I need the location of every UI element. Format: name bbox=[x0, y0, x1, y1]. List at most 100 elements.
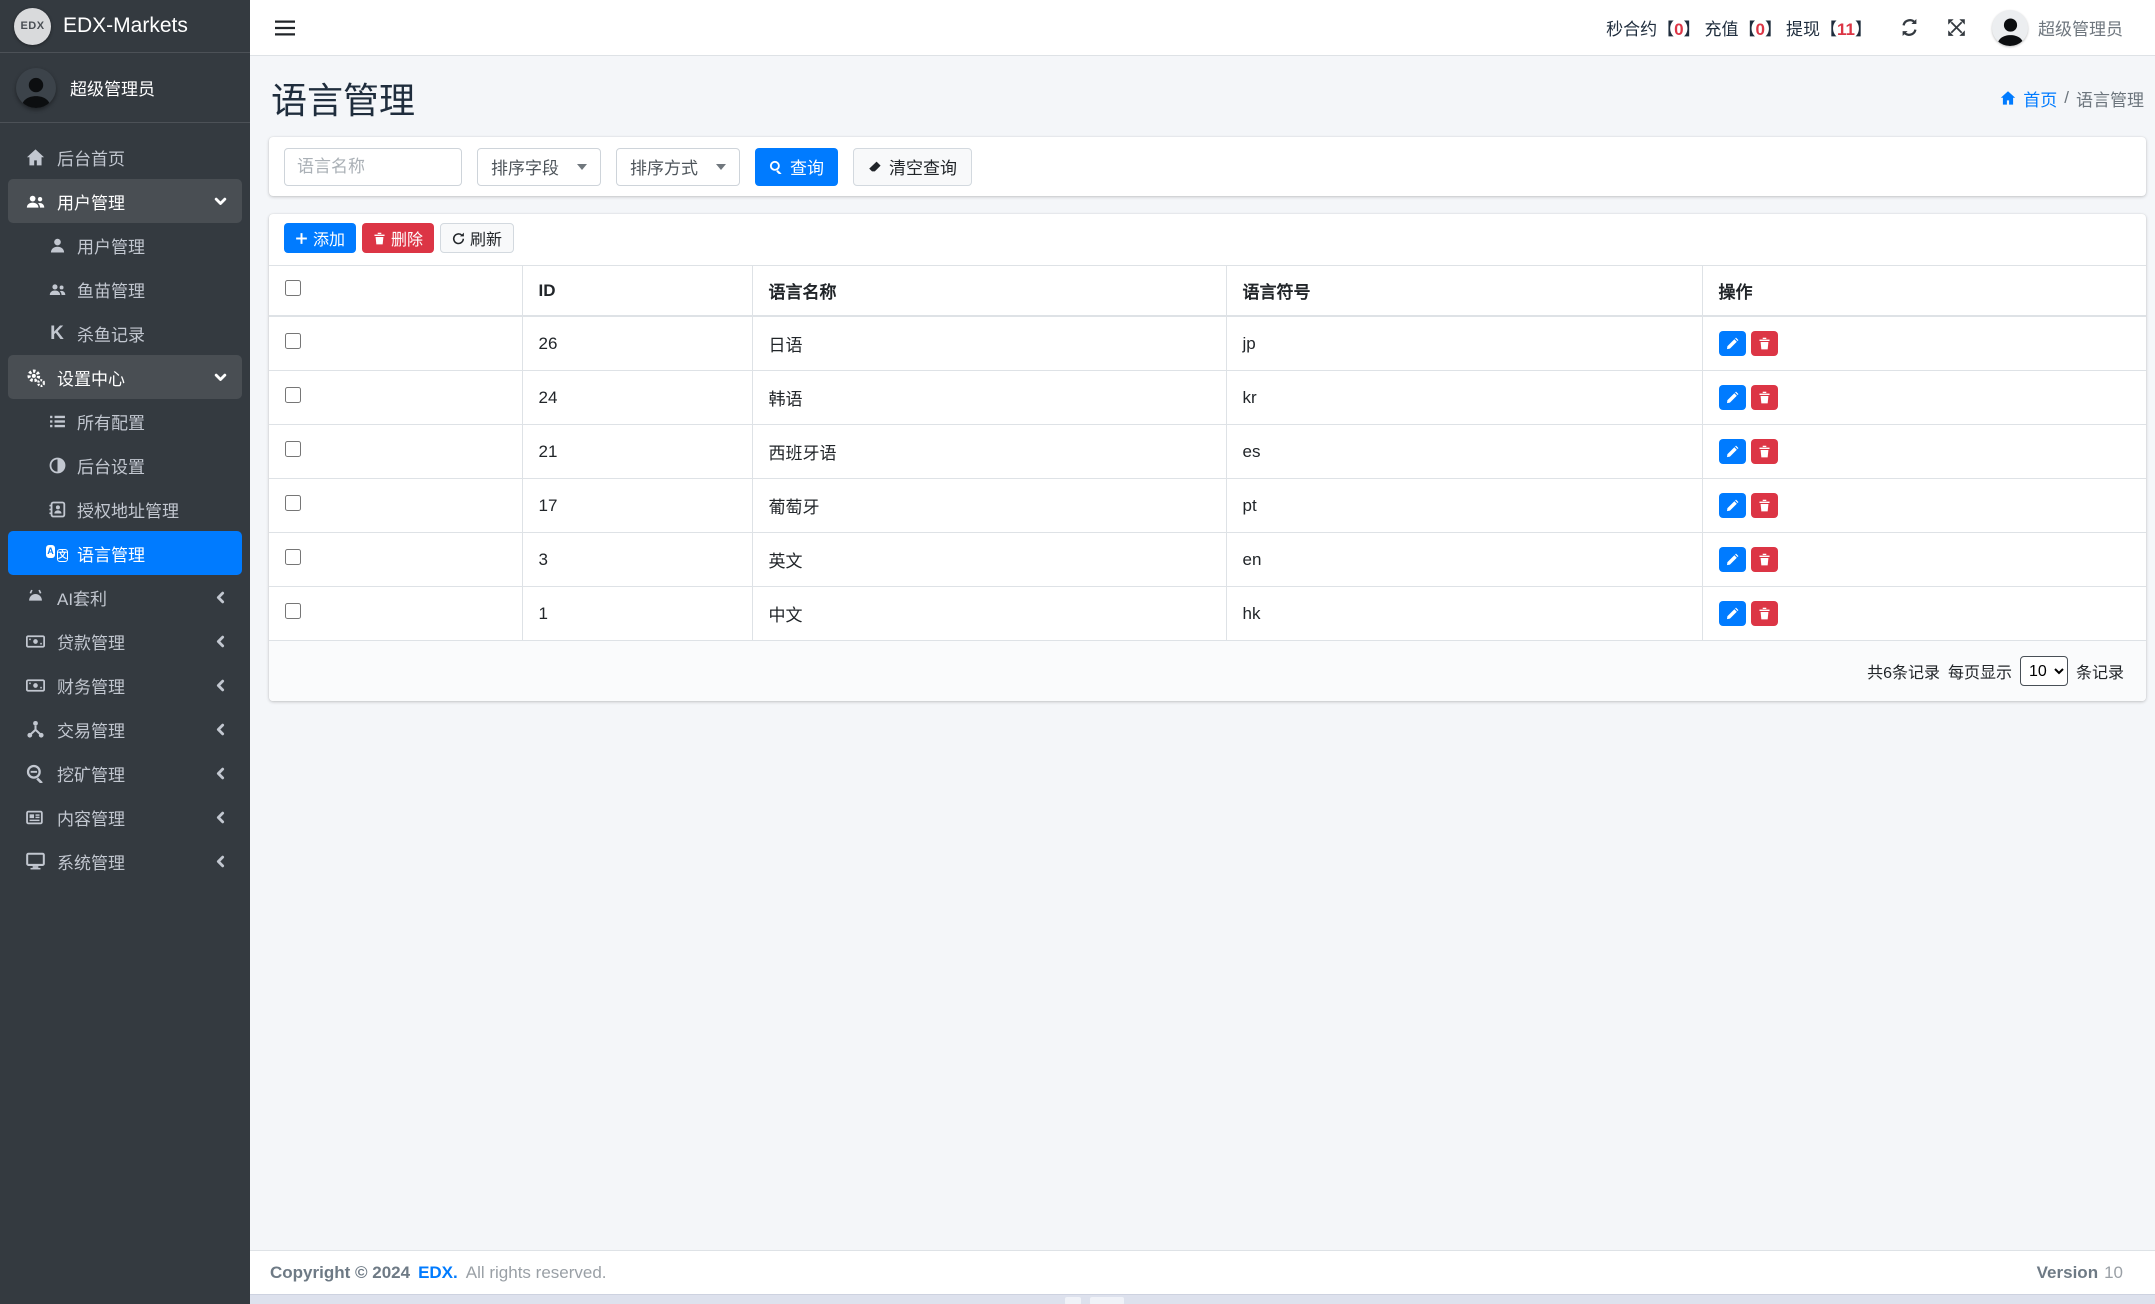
row-checkbox[interactable] bbox=[285, 441, 301, 457]
list-icon bbox=[46, 413, 68, 430]
edit-row-button[interactable] bbox=[1718, 601, 1746, 626]
topbar-avatar[interactable] bbox=[1992, 9, 2028, 46]
column-header-actions: 操作 bbox=[1701, 265, 2146, 317]
sidebar-item-system-management[interactable]: 系统管理 bbox=[8, 839, 242, 883]
main-column: 秒合约【0】 充值【0】 提现【11】 超级管理员 语言管理 首页 / 语言管理 bbox=[250, 0, 2155, 1304]
sidebar-item-user-management-group[interactable]: 用户管理 bbox=[8, 179, 242, 223]
sidebar-item-dashboard[interactable]: 后台首页 bbox=[8, 135, 242, 179]
clear-search-button[interactable]: 清空查询 bbox=[853, 147, 972, 186]
sidebar-item-label: 系统管理 bbox=[57, 853, 125, 873]
cell-language-code: jp bbox=[1225, 315, 1703, 371]
cell-id: 1 bbox=[521, 586, 753, 641]
sidebar-item-label: 财务管理 bbox=[57, 677, 125, 697]
sidebar-item-label: AI套利 bbox=[57, 589, 108, 609]
cell-id: 3 bbox=[521, 532, 753, 587]
row-checkbox[interactable] bbox=[285, 495, 301, 511]
sidebar-item-content-management[interactable]: 内容管理 bbox=[8, 795, 242, 839]
row-checkbox[interactable] bbox=[285, 549, 301, 565]
stat-deposit[interactable]: 充值【0】 bbox=[1705, 15, 1782, 40]
delete-row-button[interactable] bbox=[1750, 331, 1778, 356]
edit-row-button[interactable] bbox=[1718, 331, 1746, 356]
page-title: 语言管理 bbox=[271, 80, 416, 121]
edit-row-button[interactable] bbox=[1718, 547, 1746, 572]
delete-row-button[interactable] bbox=[1750, 601, 1778, 626]
edit-row-button[interactable] bbox=[1718, 385, 1746, 410]
sidebar-item-trade-management[interactable]: 交易管理 bbox=[8, 707, 242, 751]
column-header-language-name: 语言名称 bbox=[751, 265, 1227, 317]
per-page-select[interactable]: 10 bbox=[2019, 656, 2068, 686]
sidebar-toggle-button[interactable] bbox=[275, 18, 295, 38]
kickstarter-k-icon: K bbox=[50, 322, 64, 344]
sort-field-label: 排序字段 bbox=[491, 159, 559, 178]
sidebar-item-backend-settings[interactable]: 后台设置 bbox=[8, 443, 242, 487]
cell-id: 26 bbox=[521, 315, 753, 371]
edit-row-button[interactable] bbox=[1718, 439, 1746, 464]
sidebar-item-settings-center-group[interactable]: 设置中心 bbox=[8, 355, 242, 399]
row-checkbox[interactable] bbox=[285, 333, 301, 349]
sidebar-item-fry-management[interactable]: 鱼苗管理 bbox=[8, 267, 242, 311]
plus-icon bbox=[295, 232, 308, 245]
sidebar-item-label: 后台设置 bbox=[77, 457, 145, 477]
stat-seconds-contract[interactable]: 秒合约【0】 bbox=[1606, 15, 1700, 40]
delete-row-button[interactable] bbox=[1750, 547, 1778, 572]
home-icon bbox=[22, 148, 48, 167]
language-table-card: 添加 删除 刷新 ID 语言名称 语言符号 操作 26 日语 jp 24 韩语 … bbox=[269, 214, 2146, 701]
edit-row-button[interactable] bbox=[1718, 493, 1746, 518]
sort-field-dropdown[interactable]: 排序字段 bbox=[477, 147, 601, 186]
chevron-left-icon bbox=[214, 855, 227, 868]
sidebar-item-label: 所有配置 bbox=[77, 413, 145, 433]
sidebar-avatar bbox=[16, 67, 56, 108]
add-button[interactable]: 添加 bbox=[284, 223, 357, 253]
breadcrumb-home-link[interactable]: 首页 bbox=[2023, 86, 2057, 111]
sidebar-item-finance-management[interactable]: 财务管理 bbox=[8, 663, 242, 707]
search-button[interactable]: 查询 bbox=[755, 147, 838, 186]
table-row: 17 葡萄牙 pt bbox=[269, 478, 2146, 533]
caret-down-icon bbox=[577, 162, 587, 172]
users-icon bbox=[22, 192, 48, 211]
newspaper-icon bbox=[22, 808, 48, 827]
sidebar-item-loan-management[interactable]: 贷款管理 bbox=[8, 619, 242, 663]
language-name-input[interactable] bbox=[284, 147, 462, 186]
address-book-icon bbox=[46, 501, 68, 518]
sidebar-item-all-configs[interactable]: 所有配置 bbox=[8, 399, 242, 443]
money-bill-icon bbox=[22, 676, 48, 695]
cell-language-name: 西班牙语 bbox=[751, 424, 1227, 479]
delete-row-button[interactable] bbox=[1750, 385, 1778, 410]
cell-language-code: es bbox=[1225, 424, 1703, 479]
fullscreen-icon[interactable] bbox=[1947, 18, 1966, 37]
home-icon bbox=[2000, 90, 2016, 106]
search-minus-icon bbox=[22, 764, 48, 783]
sidebar-item-mining-management[interactable]: 挖矿管理 bbox=[8, 751, 242, 795]
sort-order-label: 排序方式 bbox=[630, 159, 698, 178]
sidebar: EDX EDX-Markets 超级管理员 后台首页 用户管理 用户管理 鱼苗管… bbox=[0, 0, 250, 1304]
sidebar-item-kill-fish-records[interactable]: K 杀鱼记录 bbox=[8, 311, 242, 355]
select-all-checkbox[interactable] bbox=[285, 280, 301, 296]
sidebar-item-label: 用户管理 bbox=[77, 237, 145, 257]
sort-order-dropdown[interactable]: 排序方式 bbox=[616, 147, 740, 186]
version-value: 10 bbox=[2104, 1262, 2123, 1282]
sidebar-item-user-management[interactable]: 用户管理 bbox=[8, 223, 242, 267]
per-page-prefix: 每页显示 bbox=[1947, 665, 2012, 682]
row-checkbox[interactable] bbox=[285, 603, 301, 619]
taskbar-segment bbox=[1065, 1297, 1081, 1304]
chevron-left-icon bbox=[214, 679, 227, 692]
sidebar-item-auth-address-management[interactable]: 授权地址管理 bbox=[8, 487, 242, 531]
refresh-button[interactable]: 刷新 bbox=[440, 223, 515, 253]
sidebar-item-language-management[interactable]: A文 语言管理 bbox=[8, 531, 242, 575]
chevron-left-icon bbox=[214, 591, 227, 604]
footer-brand-link[interactable]: EDX. bbox=[418, 1263, 458, 1283]
stat-withdraw[interactable]: 提现【11】 bbox=[1786, 15, 1872, 40]
filter-bar: 排序字段 排序方式 查询 清空查询 bbox=[269, 137, 2146, 196]
records-total: 共6条记录 bbox=[1867, 665, 1940, 682]
row-checkbox[interactable] bbox=[285, 387, 301, 403]
cell-language-name: 韩语 bbox=[751, 370, 1227, 425]
users-icon bbox=[46, 281, 68, 298]
eraser-icon bbox=[868, 160, 882, 174]
sidebar-item-ai-arbitrage[interactable]: AI套利 bbox=[8, 575, 242, 619]
refresh-icon[interactable] bbox=[1900, 18, 1919, 37]
delete-button[interactable]: 删除 bbox=[362, 223, 435, 253]
delete-row-button[interactable] bbox=[1750, 439, 1778, 464]
brand[interactable]: EDX EDX-Markets bbox=[0, 0, 250, 53]
language-icon: A文 bbox=[46, 544, 68, 562]
delete-row-button[interactable] bbox=[1750, 493, 1778, 518]
